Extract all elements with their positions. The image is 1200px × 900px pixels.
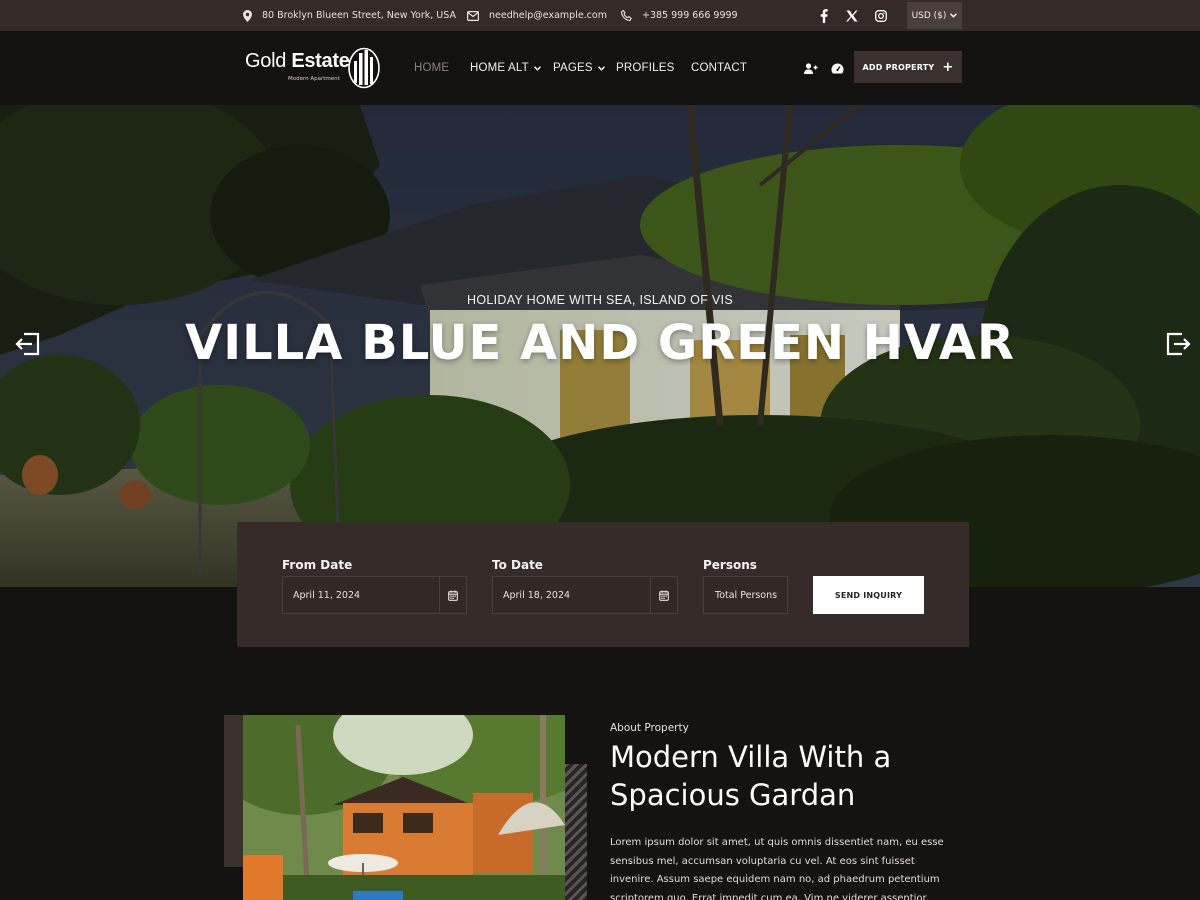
about-title: Modern Villa With a Spacious Gardan <box>610 740 892 812</box>
user-plus-icon <box>804 62 818 74</box>
main-nav: Gold Estate Modern Apartment HOME HOME A… <box>0 31 1200 105</box>
villa-photo <box>243 715 565 900</box>
persons-input[interactable]: Total Persons <box>703 576 788 614</box>
hero-kicker: HOLIDAY HOME WITH SEA, ISLAND OF VIS <box>467 293 733 307</box>
to-date-label: To Date <box>492 558 543 572</box>
nav-home-label: HOME <box>414 62 450 74</box>
instagram-link[interactable] <box>871 0 891 31</box>
facebook-link[interactable] <box>814 0 834 31</box>
add-property-button[interactable]: ADD PROPERTY + <box>854 51 962 83</box>
currency-select[interactable]: USD ($) <box>907 2 962 29</box>
send-inquiry-button[interactable]: SEND INQUIRY <box>813 576 924 614</box>
nav-contact-label: CONTACT <box>691 62 748 74</box>
from-date-value: April 11, 2024 <box>293 589 361 601</box>
booking-form: From Date April 11, 2024 To Date April 1… <box>237 522 969 647</box>
nav-contact[interactable]: CONTACT <box>691 31 747 105</box>
address-text: 80 Broklyn Blueen Street, New York, USA <box>262 10 456 21</box>
to-date-field[interactable]: April 18, 2024 <box>492 576 678 614</box>
nav-home-alt[interactable]: HOME ALT <box>470 31 541 105</box>
building-logo-icon <box>348 47 380 89</box>
add-property-label: ADD PROPERTY <box>862 62 935 72</box>
chevron-down-icon <box>597 65 605 71</box>
top-bar: 80 Broklyn Blueen Street, New York, USA … <box>0 0 1200 31</box>
chevron-down-icon <box>533 65 541 71</box>
mail-icon <box>467 10 479 21</box>
hero-banner: HOLIDAY HOME WITH SEA, ISLAND OF VIS VIL… <box>0 105 1200 587</box>
chevron-down-icon <box>950 13 958 18</box>
plus-icon: + <box>942 59 954 75</box>
email-text: needhelp@example.com <box>489 10 607 21</box>
about-property-image <box>243 715 565 900</box>
from-date-label: From Date <box>282 558 353 572</box>
decorative-stripes <box>565 764 587 900</box>
about-description: Lorem ipsum dolor sit amet, ut quis omni… <box>610 837 944 900</box>
map-pin-icon <box>243 9 252 22</box>
nav-profiles[interactable]: PROFILES <box>616 31 674 105</box>
currency-label: USD ($) <box>911 10 947 21</box>
phone-icon <box>621 10 632 21</box>
slider-prev-button[interactable] <box>14 330 44 360</box>
slider-next-button[interactable] <box>1164 330 1194 360</box>
logo-text-bold: Estate <box>291 50 350 72</box>
dashboard-gauge-icon <box>831 63 843 73</box>
send-inquiry-label: SEND INQUIRY <box>834 590 903 600</box>
from-date-calendar-button[interactable] <box>439 577 466 613</box>
arrow-left-icon <box>15 332 40 356</box>
user-add-button[interactable] <box>803 60 819 76</box>
persons-placeholder: Total Persons <box>715 589 778 601</box>
phone-text: +385 999 666 9999 <box>642 10 738 21</box>
nav-pages-label: PAGES <box>553 62 593 74</box>
email-info[interactable]: needhelp@example.com <box>467 0 607 31</box>
to-date-value: April 18, 2024 <box>503 589 571 601</box>
phone-info[interactable]: +385 999 666 9999 <box>621 0 738 31</box>
about-accent-bar <box>224 715 244 867</box>
x-icon <box>846 10 858 21</box>
facebook-icon <box>820 8 828 23</box>
nav-pages[interactable]: PAGES <box>553 31 605 105</box>
persons-label: Persons <box>703 558 757 572</box>
address-info: 80 Broklyn Blueen Street, New York, USA <box>243 0 456 31</box>
logo-text: Gold Estate <box>245 50 350 73</box>
logo-subtitle: Modern Apartment <box>288 76 340 82</box>
logo[interactable]: Gold Estate Modern Apartment <box>245 47 380 89</box>
from-date-field[interactable]: April 11, 2024 <box>282 576 467 614</box>
calendar-icon <box>448 590 458 601</box>
x-link[interactable] <box>842 0 862 31</box>
to-date-calendar-button[interactable] <box>650 577 677 613</box>
calendar-icon <box>659 590 669 601</box>
logo-text-main: Gold <box>245 50 287 72</box>
arrow-right-icon <box>1166 332 1191 356</box>
nav-home-alt-label: HOME ALT <box>470 62 529 74</box>
nav-home[interactable]: HOME <box>414 31 449 105</box>
nav-profiles-label: PROFILES <box>616 62 675 74</box>
dashboard-button[interactable] <box>829 60 845 76</box>
about-kicker: About Property <box>610 722 689 734</box>
hero-title: VILLA BLUE AND GREEN HVAR <box>185 315 1015 371</box>
instagram-icon <box>875 9 887 22</box>
